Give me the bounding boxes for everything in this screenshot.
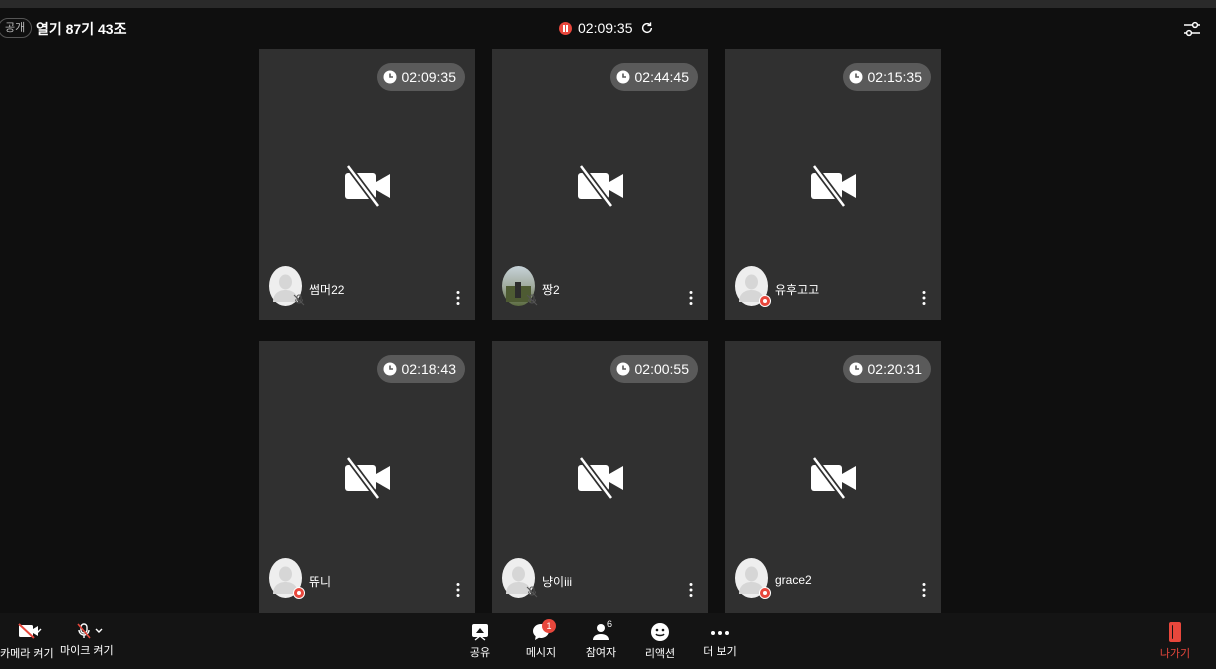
elapsed-timer-pill: 02:15:35 xyxy=(842,63,931,91)
elapsed-timer-pill: 02:09:35 xyxy=(376,63,465,91)
leave-door-icon xyxy=(1169,622,1181,642)
kebab-menu-icon[interactable] xyxy=(921,290,927,306)
camera-off-icon xyxy=(811,457,856,499)
recording-pause-icon[interactable] xyxy=(559,21,572,35)
mic-toggle-button[interactable]: 마이크 켜기 xyxy=(60,613,114,658)
elapsed-timer-pill: 02:18:43 xyxy=(376,355,465,383)
elapsed-timer-pill: 02:00:55 xyxy=(609,355,698,383)
participant-tile[interactable]: 02:09:35 썸머22 xyxy=(259,49,475,320)
participant-name: 냥이iii xyxy=(542,575,573,589)
camera-toggle-button[interactable]: 카메라 켜기 xyxy=(0,613,54,661)
kebab-menu-icon[interactable] xyxy=(688,582,694,598)
mic-off-icon xyxy=(77,623,103,639)
elapsed-time: 02:09:35 xyxy=(401,69,457,85)
reaction-button[interactable]: 리액션 xyxy=(642,613,678,661)
clock-icon xyxy=(849,70,862,84)
participant-name: 뜌니 xyxy=(309,575,332,589)
camera-off-icon xyxy=(345,457,390,499)
mic-toggle-label: 마이크 켜기 xyxy=(60,645,114,657)
camera-off-icon xyxy=(18,623,42,639)
share-label: 공유 xyxy=(469,647,491,659)
participant-name: 짱2 xyxy=(542,283,560,297)
elapsed-time: 02:15:35 xyxy=(867,69,923,85)
host-badge-icon xyxy=(759,587,771,599)
clock-icon xyxy=(616,362,629,376)
participants-button[interactable]: 6 참여자 xyxy=(583,613,619,660)
mic-muted-icon xyxy=(526,586,538,598)
participant-tile[interactable]: 02:44:45 짱2 xyxy=(492,49,708,320)
mic-muted-icon xyxy=(293,294,305,306)
message-button[interactable]: 1 메시지 xyxy=(521,613,561,660)
bottom-toolbar: 카메라 켜기 마이크 켜기 공유 1 메시지 6 참여자 리액션 더 보기 나가… xyxy=(0,613,1216,669)
message-label: 메시지 xyxy=(525,647,557,659)
camera-off-icon xyxy=(811,165,856,207)
kebab-menu-icon[interactable] xyxy=(921,582,927,598)
mic-muted-icon xyxy=(526,294,538,306)
participant-avatar xyxy=(269,558,305,599)
ellipsis-icon xyxy=(711,631,729,635)
window-top-strip xyxy=(0,0,1216,8)
clock-icon xyxy=(849,362,862,376)
participant-tile[interactable]: 02:18:43 뜌니 xyxy=(259,341,475,613)
leave-button[interactable]: 나가기 xyxy=(1156,613,1194,661)
host-badge-icon xyxy=(293,587,305,599)
camera-off-icon xyxy=(578,457,623,499)
room-title: 열기 87기 43조 xyxy=(36,21,127,37)
participant-name: 썸머22 xyxy=(309,283,345,297)
elapsed-time: 02:00:55 xyxy=(634,361,690,377)
leave-label: 나가기 xyxy=(1159,648,1191,660)
participants-label: 참여자 xyxy=(585,647,617,659)
participant-name: grace2 xyxy=(775,573,812,587)
recording-status: 02:09:35 xyxy=(559,19,654,37)
kebab-menu-icon[interactable] xyxy=(455,290,461,306)
share-button[interactable]: 공유 xyxy=(462,613,498,660)
elapsed-timer-pill: 02:20:31 xyxy=(842,355,931,383)
camera-off-icon xyxy=(578,165,623,207)
meeting-header: 공개 열기 87기 43조 02:09:35 xyxy=(0,8,1216,48)
camera-off-icon xyxy=(345,165,390,207)
share-screen-icon xyxy=(472,624,488,641)
participant-tile[interactable]: 02:15:35 유후고고 xyxy=(725,49,941,320)
participant-avatar xyxy=(502,558,538,598)
kebab-menu-icon[interactable] xyxy=(455,582,461,598)
refresh-icon[interactable] xyxy=(640,21,654,35)
participant-avatar xyxy=(735,266,771,307)
elapsed-time: 02:44:45 xyxy=(634,69,690,85)
participant-avatar xyxy=(269,266,305,306)
settings-sliders-icon[interactable] xyxy=(1183,20,1201,38)
recording-time: 02:09:35 xyxy=(578,20,633,36)
elapsed-timer-pill: 02:44:45 xyxy=(609,63,698,91)
message-count-badge: 1 xyxy=(542,619,556,633)
host-badge-icon xyxy=(759,295,771,307)
clock-icon xyxy=(383,70,396,84)
elapsed-time: 02:18:43 xyxy=(401,361,457,377)
participants-count: 6 xyxy=(607,619,613,629)
elapsed-time: 02:20:31 xyxy=(867,361,923,377)
more-button[interactable]: 더 보기 xyxy=(700,613,740,659)
participant-avatar xyxy=(502,266,538,306)
participant-avatar xyxy=(735,558,771,599)
camera-toggle-label: 카메라 켜기 xyxy=(0,648,54,660)
participant-tile[interactable]: 02:00:55 냥이iii xyxy=(492,341,708,613)
participant-tile[interactable]: 02:20:31 grace2 xyxy=(725,341,941,613)
kebab-menu-icon[interactable] xyxy=(688,290,694,306)
clock-icon xyxy=(616,70,629,84)
visibility-badge: 공개 xyxy=(0,18,33,38)
more-label: 더 보기 xyxy=(703,646,737,658)
participant-name: 유후고고 xyxy=(775,283,820,297)
smiley-icon xyxy=(651,623,669,641)
clock-icon xyxy=(383,362,396,376)
reaction-label: 리액션 xyxy=(644,648,676,660)
